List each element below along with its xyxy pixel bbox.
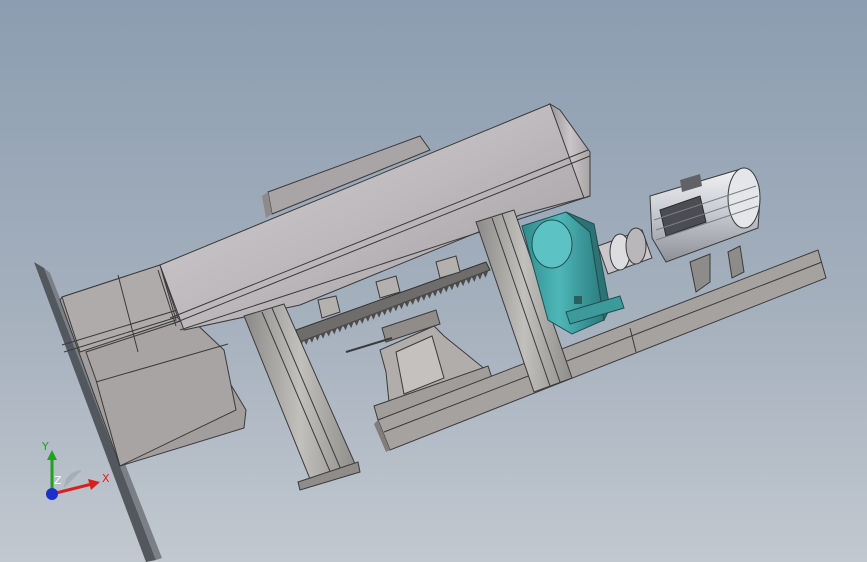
graphics-viewport[interactable]: Y X Z (0, 0, 867, 562)
model-scene[interactable] (0, 0, 867, 562)
x-axis-label: X (102, 472, 110, 485)
z-axis-dot (46, 488, 58, 500)
y-axis-label: Y (41, 440, 49, 453)
z-axis-label: Z (54, 474, 62, 487)
electric-motor[interactable] (649, 167, 761, 293)
coupling[interactable] (597, 227, 653, 275)
view-triad: Y X Z (41, 440, 110, 500)
x-axis-arrow (88, 479, 100, 490)
